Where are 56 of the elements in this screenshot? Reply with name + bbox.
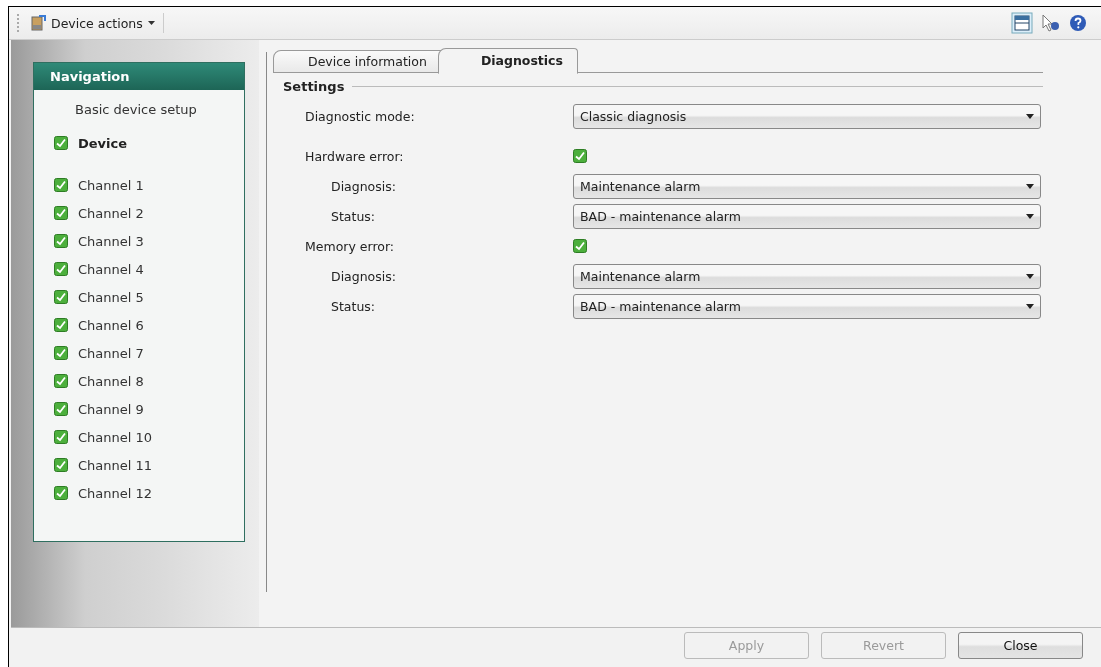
field-label: Diagnosis:	[330, 178, 397, 194]
caret-icon	[1026, 213, 1034, 219]
help-icon[interactable]	[1069, 14, 1087, 32]
nav-item[interactable]: Channel 11	[78, 457, 153, 473]
nav-item[interactable]: Channel 6	[78, 317, 144, 333]
field-label: Diagnostic mode:	[305, 108, 416, 124]
checked-checkbox[interactable]	[54, 374, 68, 388]
caret-icon	[1026, 303, 1034, 309]
checked-checkbox[interactable]	[54, 234, 68, 248]
panel-title: Navigation	[34, 63, 244, 90]
checked-checkbox[interactable]	[54, 458, 68, 472]
checked-checkbox[interactable]	[54, 290, 68, 304]
checked-checkbox[interactable]	[54, 402, 68, 416]
field-label: Hardware error:	[305, 148, 405, 164]
caret-icon	[1026, 273, 1034, 279]
checked-checkbox[interactable]	[54, 346, 68, 360]
dropdown[interactable]: BAD - maintenance alarm	[573, 293, 1041, 319]
nav-item[interactable]: Device	[78, 135, 128, 151]
nav-item[interactable]: Channel 7	[78, 345, 144, 361]
checked-checkbox[interactable]	[54, 206, 68, 220]
field-label: Memory error:	[305, 238, 396, 254]
checked-checkbox[interactable]	[573, 239, 587, 253]
dropdown[interactable]: Maintenance alarm	[573, 263, 1041, 289]
nav-item[interactable]: Channel 3	[78, 233, 144, 249]
pointer-help-icon[interactable]	[1041, 13, 1061, 33]
device-icon	[30, 15, 46, 31]
dropdown[interactable]: BAD - maintenance alarm	[573, 203, 1041, 229]
nav-item[interactable]: Channel 4	[78, 261, 144, 277]
checked-checkbox[interactable]	[54, 262, 68, 276]
checked-checkbox[interactable]	[54, 430, 68, 444]
nav-item[interactable]: Channel 5	[78, 289, 144, 305]
caret-icon	[1026, 183, 1034, 189]
dialog-button[interactable]: Close	[958, 632, 1083, 659]
field-label: Status:	[330, 298, 377, 314]
section-title: Settings	[283, 79, 345, 94]
caret-icon	[147, 21, 155, 25]
field-label: Status:	[330, 208, 377, 224]
checked-checkbox[interactable]	[573, 149, 587, 163]
nav-item[interactable]: Basic device setup	[75, 102, 197, 117]
checked-checkbox[interactable]	[54, 136, 68, 150]
checked-checkbox[interactable]	[54, 486, 68, 500]
dropdown[interactable]: Classic diagnosis	[573, 103, 1041, 129]
window-layout-icon[interactable]	[1011, 12, 1033, 34]
tab[interactable]: Diagnostics	[437, 48, 578, 74]
checked-checkbox[interactable]	[54, 178, 68, 192]
nav-item[interactable]: Channel 9	[78, 401, 144, 417]
field-label: Diagnosis:	[330, 268, 397, 284]
nav-item[interactable]: Channel 1	[78, 177, 144, 193]
nav-item[interactable]: Channel 8	[78, 373, 144, 389]
nav-item[interactable]: Channel 2	[78, 205, 144, 221]
caret-icon	[1026, 113, 1034, 119]
device-actions-menu[interactable]: Device actions	[26, 13, 159, 33]
nav-item[interactable]: Channel 10	[78, 429, 153, 445]
dropdown[interactable]: Maintenance alarm	[573, 173, 1041, 199]
checked-checkbox[interactable]	[54, 318, 68, 332]
nav-item[interactable]: Channel 12	[78, 485, 153, 501]
